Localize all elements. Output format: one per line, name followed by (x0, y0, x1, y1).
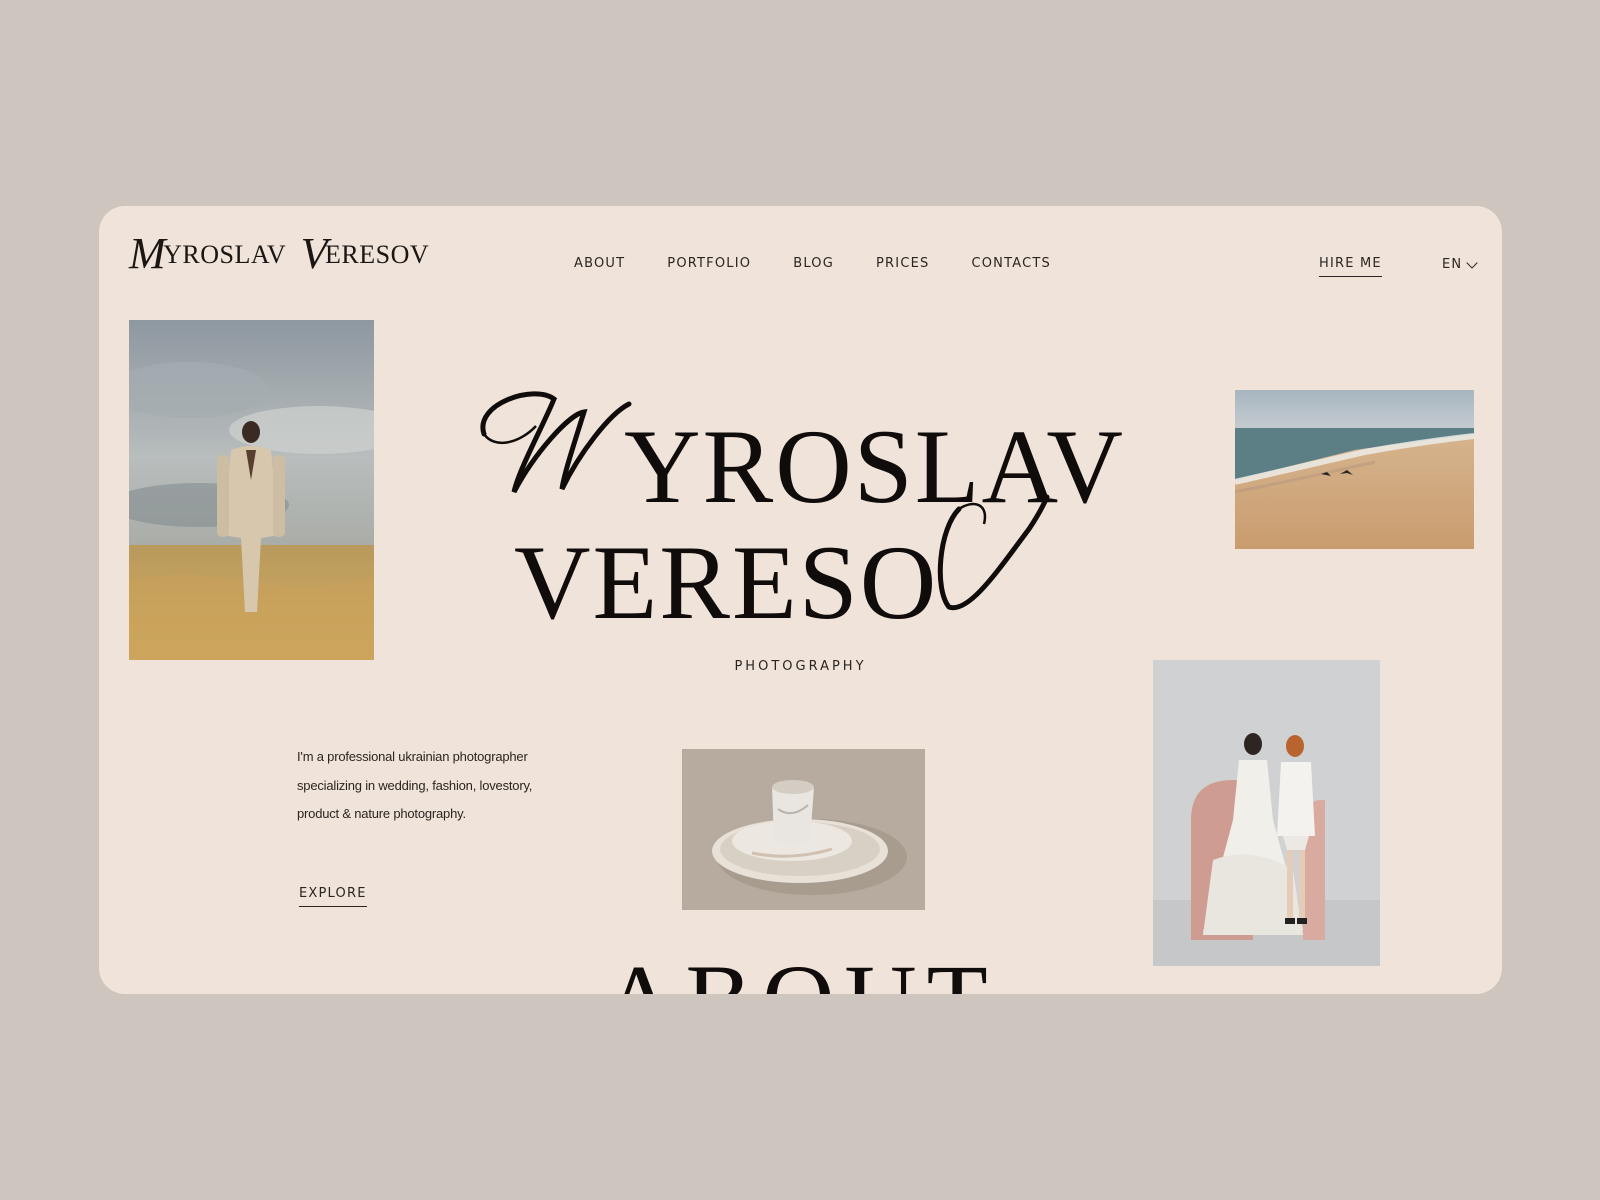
nav-about[interactable]: ABOUT (574, 256, 625, 271)
page-card: MYROSLAV VERESOV ABOUT PORTFOLIO BLOG PR… (99, 206, 1502, 994)
hire-me-button[interactable]: HIRE ME (1319, 256, 1382, 277)
logo-initial: M (129, 229, 167, 278)
main-nav: ABOUT PORTFOLIO BLOG PRICES CONTACTS (574, 256, 1051, 271)
hero-title: YROSLAV VERESO (474, 374, 1134, 654)
intro-text: I'm a professional ukrainian photographe… (297, 749, 533, 821)
logo[interactable]: MYROSLAV VERESOV (129, 232, 429, 276)
hero-subtitle: PHOTOGRAPHY (734, 659, 867, 674)
photo-beach[interactable] (1235, 390, 1474, 549)
about-section-title: ABOUT (99, 950, 1502, 995)
nav-portfolio[interactable]: PORTFOLIO (667, 256, 751, 271)
language-selector[interactable]: EN (1442, 256, 1479, 272)
nav-contacts[interactable]: CONTACTS (971, 256, 1051, 271)
language-label: EN (1442, 257, 1463, 272)
script-initial-v (937, 494, 1050, 611)
photo-ceramics[interactable] (682, 749, 925, 910)
photo-man-field[interactable] (129, 320, 374, 660)
chevron-down-icon (1466, 256, 1479, 269)
nav-blog[interactable]: BLOG (793, 256, 834, 271)
logo-initial: V (300, 229, 329, 278)
nav-prices[interactable]: PRICES (876, 256, 929, 271)
logo-word: YROSLAV (163, 240, 286, 269)
explore-link[interactable]: EXPLORE (299, 886, 367, 907)
logo-word: ERESOV (325, 240, 430, 269)
hero-line-2: VERESO (514, 524, 939, 641)
photo-two-brides[interactable] (1153, 660, 1380, 966)
